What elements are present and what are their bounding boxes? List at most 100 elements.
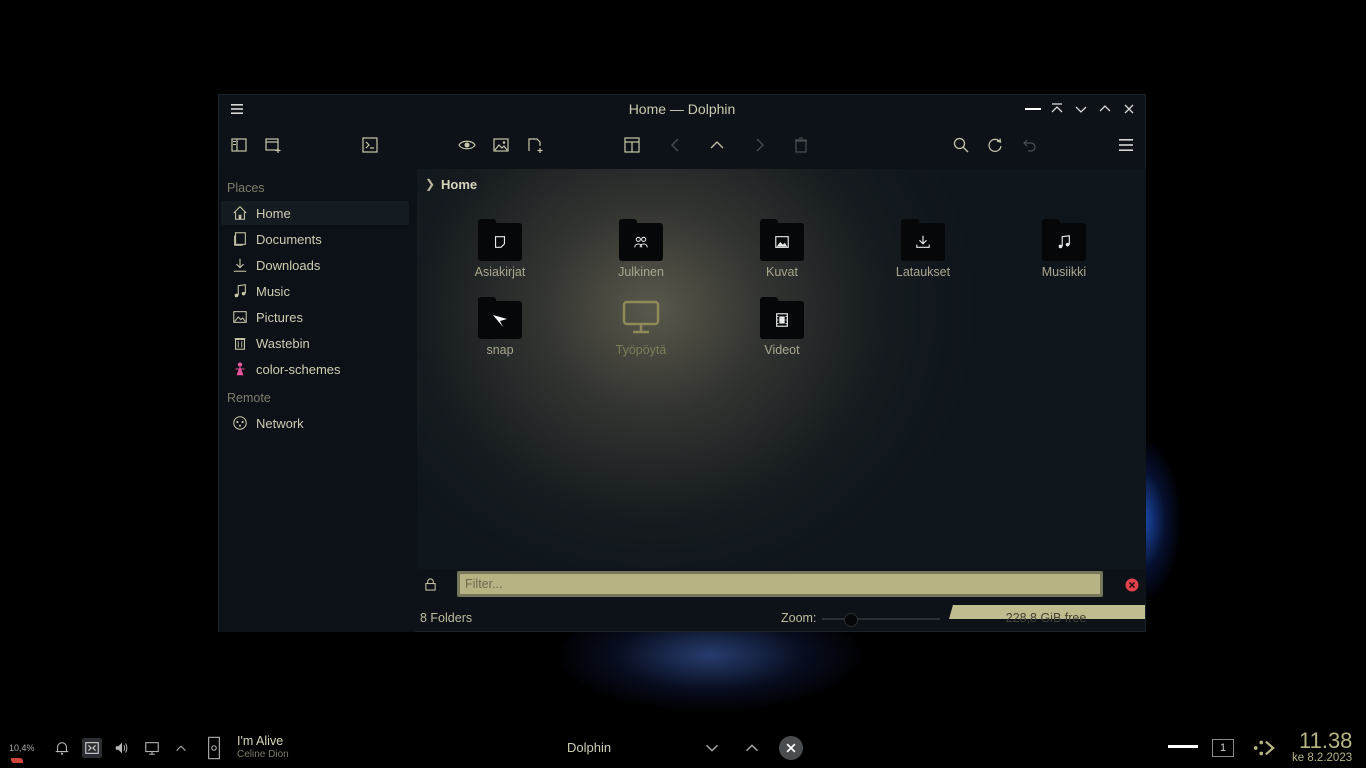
up-icon[interactable] [704,133,730,157]
window-title: Home — Dolphin [628,101,736,117]
panels-icon[interactable] [226,133,252,157]
downloads-icon [231,256,249,274]
item-label: snap [486,343,514,357]
media-title[interactable]: I'm Alive [237,734,283,748]
task-minimize-icon[interactable] [703,739,721,757]
sidebar-item-music[interactable]: Music [221,279,409,303]
maximize-icon[interactable] [1096,100,1114,118]
cpu-load-text: 10,4% [9,743,35,753]
folder-item[interactable]: snap [445,297,555,357]
places-panel: Places Home Documents Downloads Music Pi… [219,169,415,632]
refresh-icon[interactable] [982,133,1008,157]
image-preview-icon[interactable] [488,133,514,157]
public-folder-icon [619,219,663,261]
keep-above-icon[interactable] [1048,100,1066,118]
sidebar-item-color-schemes[interactable]: color-schemes [221,357,409,381]
image-folder-icon [760,219,804,261]
lock-icon[interactable] [424,578,437,596]
free-space-indicator[interactable]: 228,8 GiB free [947,605,1145,632]
sidebar-item-pictures[interactable]: Pictures [221,305,409,329]
sidebar-item-label: Music [256,283,290,299]
terminal-icon[interactable] [357,133,383,157]
status-bar: 8 Folders Zoom: 228,8 GiB free [417,605,1146,632]
item-label: Työpöytä [615,343,667,357]
new-window-icon[interactable] [260,133,286,157]
minimize-icon[interactable] [1072,100,1090,118]
clipboard-icon[interactable] [82,738,102,758]
trash-icon [231,334,249,352]
zoom-label: Zoom: [781,611,817,625]
folder-item[interactable]: Asiakirjat [445,219,555,279]
task-maximize-icon[interactable] [743,739,761,757]
folder-count: 8 Folders [420,611,473,625]
media-artist: Celine Dion [237,749,289,760]
new-tab-icon[interactable] [522,133,548,157]
filter-input[interactable] [457,571,1103,597]
home-icon [231,204,249,222]
item-label: Videot [764,343,800,357]
clear-filter-icon[interactable] [1125,578,1139,597]
forward-icon[interactable] [746,133,772,157]
folder-item[interactable]: Kuvat [727,219,837,279]
pictures-icon [231,308,249,326]
item-label: Kuvat [766,265,798,279]
volume-icon[interactable] [113,739,131,757]
zoom-slider[interactable] [822,618,940,620]
sidebar-item-downloads[interactable]: Downloads [221,253,409,277]
free-space-text: 228,8 GiB free [1005,611,1087,625]
task-dolphin[interactable]: Dolphin [567,740,611,755]
folder-item[interactable]: Musiikki [1009,219,1119,279]
task-close-icon[interactable] [779,736,803,760]
music-icon [231,282,249,300]
delete-icon[interactable] [788,133,814,157]
sidebar-item-network[interactable]: Network [221,411,409,435]
video-folder-icon [760,297,804,339]
remote-heading: Remote [227,391,271,405]
shade-icon[interactable] [1023,100,1041,118]
sidebar-item-wastebin[interactable]: Wastebin [221,331,409,355]
folder-item[interactable]: Julkinen [586,219,696,279]
folder-item[interactable]: Lataukset [868,219,978,279]
toolbar [219,129,1145,161]
cpu-load-bar [11,758,23,763]
display-icon[interactable] [143,739,161,757]
folder-item[interactable]: Työpöytä [586,297,696,357]
network-icon [231,414,249,432]
tray-expand-icon[interactable] [173,739,189,757]
folder-item[interactable]: Videot [727,297,837,357]
notifications-bell-icon[interactable] [53,739,71,757]
sidebar-item-documents[interactable]: Documents [221,227,409,251]
sidebar-item-label: Network [256,415,304,431]
preview-eye-icon[interactable] [454,133,480,157]
sidebar-item-home[interactable]: Home [221,201,409,225]
back-icon[interactable] [663,133,689,157]
hamburger-menu-icon[interactable] [1113,133,1139,157]
zoom-slider-handle[interactable] [844,613,858,627]
clock-time[interactable]: 11.38 [1299,728,1352,754]
item-label: Musiikki [1041,265,1087,279]
item-label: Julkinen [618,265,664,279]
dotted-arrow-icon[interactable] [1250,736,1278,760]
show-desktop-icon[interactable] [1168,745,1198,748]
documents-icon [231,230,249,248]
close-icon[interactable] [1120,100,1138,118]
filter-bar [417,569,1146,603]
sidebar-item-label: Documents [256,231,322,247]
item-label: Lataukset [895,265,951,279]
title-bar: Home — Dolphin [219,95,1145,123]
breadcrumb-chevron-icon[interactable]: ❯ [425,177,435,191]
virtual-desktop-pager[interactable]: 1 [1212,739,1234,757]
sidebar-item-label: Pictures [256,309,303,325]
sidebar-item-label: color-schemes [256,361,341,377]
search-icon[interactable] [948,133,974,157]
music-folder-icon [1042,219,1086,261]
breadcrumb-home[interactable]: Home [441,177,477,192]
dolphin-window: Home — Dolphin Places Home Documents Dow… [218,94,1146,632]
media-player-icon[interactable] [205,734,223,762]
item-label: Asiakirjat [474,265,526,279]
sidebar-item-label: Home [256,205,291,221]
pink-figure-icon [231,360,249,378]
places-heading: Places [227,181,265,195]
undo-icon[interactable] [1016,133,1042,157]
split-view-icon[interactable] [619,133,645,157]
